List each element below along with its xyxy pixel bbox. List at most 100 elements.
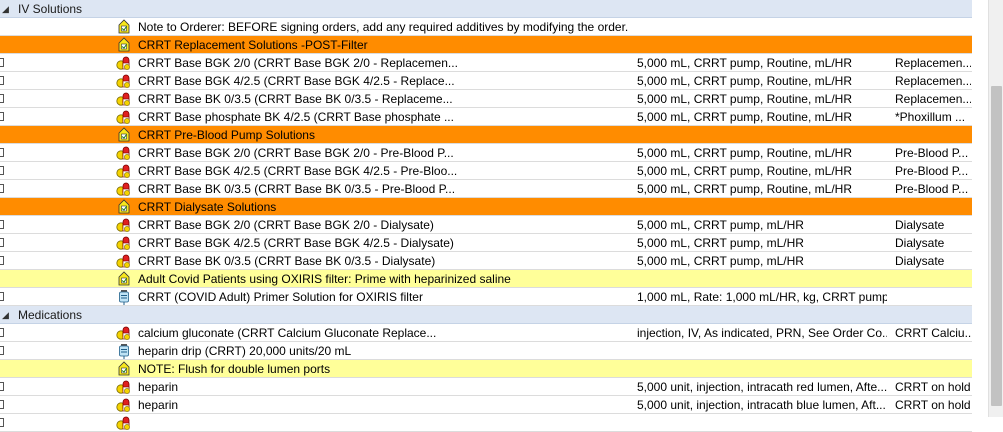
note-icon (116, 271, 132, 287)
order-checkbox[interactable] (0, 184, 4, 193)
order-checkbox[interactable] (0, 166, 4, 175)
note-icon (116, 361, 132, 377)
pill-icon (116, 253, 132, 269)
note-icon (116, 19, 132, 35)
order-name: calcium gluconate (CRRT Calcium Gluconat… (138, 326, 437, 340)
order-comment: Dialysate (895, 236, 945, 250)
order-row[interactable]: CRRT Base BK 0/3.5 (CRRT Base BK 0/3.5 -… (0, 252, 972, 270)
order-name: Note to Orderer: BEFORE signing orders, … (138, 20, 628, 34)
section-header[interactable]: ◢ Medications (0, 306, 972, 324)
scrollbar-thumb[interactable] (991, 86, 1002, 406)
order-row[interactable]: CRRT Base BGK 2/0 (CRRT Base BGK 2/0 - R… (0, 54, 972, 72)
order-details: 5,000 mL, CRRT pump, mL/HR (637, 236, 804, 250)
order-row[interactable]: CRRT Base BGK 2/0 (CRRT Base BGK 2/0 - D… (0, 216, 972, 234)
order-details: injection, IV, As indicated, PRN, See Or… (637, 326, 887, 340)
order-name: heparin drip (CRRT) 20,000 units/20 mL (138, 344, 352, 358)
order-checkbox[interactable] (0, 256, 4, 265)
order-name: CRRT Base BGK 4/2.5 (CRRT Base BGK 4/2.5… (138, 74, 455, 88)
order-details: 5,000 mL, CRRT pump, Routine, mL/HR (637, 110, 852, 124)
order-details: 5,000 mL, CRRT pump, Routine, mL/HR (637, 164, 852, 178)
order-name: CRRT Replacement Solutions -POST-Filter (138, 38, 368, 52)
order-details: 5,000 unit, injection, intracath red lum… (637, 380, 887, 394)
order-row[interactable]: CRRT Base BK 0/3.5 (CRRT Base BK 0/3.5 -… (0, 180, 972, 198)
order-row[interactable]: CRRT Base BGK 2/0 (CRRT Base BGK 2/0 - P… (0, 144, 972, 162)
pill-icon (116, 379, 132, 395)
order-name: heparin (138, 380, 179, 394)
order-checkbox[interactable] (0, 292, 4, 301)
order-comment: *Phoxillum ... (895, 110, 966, 124)
order-name: CRRT Dialysate Solutions (138, 200, 277, 214)
section-label: IV Solutions (18, 2, 83, 16)
subphase-header-row: CRRT Pre-Blood Pump Solutions (0, 126, 972, 144)
order-checkbox[interactable] (0, 76, 4, 85)
order-list: ◢ IV Solutions Note to Orderer: BEFORE sig… (0, 0, 972, 432)
order-details: 5,000 mL, CRRT pump, mL/HR (637, 254, 804, 268)
order-comment: CRRT on hold (895, 380, 971, 394)
subphase-header-row: CRRT Replacement Solutions -POST-Filter (0, 36, 972, 54)
collapse-toggle-icon[interactable]: ◢ (2, 306, 14, 324)
section-header[interactable]: ◢ IV Solutions (0, 0, 972, 18)
order-checkbox[interactable] (0, 418, 4, 427)
section-label: Medications (18, 308, 83, 322)
pill-icon (116, 109, 132, 125)
order-checkbox[interactable] (0, 328, 4, 337)
order-name: CRRT Base BGK 2/0 (CRRT Base BGK 2/0 - R… (138, 56, 458, 70)
pill-icon (116, 55, 132, 71)
order-name: Adult Covid Patients using OXIRIS filter… (138, 272, 511, 286)
order-checkbox[interactable] (0, 94, 4, 103)
order-checkbox[interactable] (0, 400, 4, 409)
pill-icon (116, 325, 132, 341)
order-comment: Replacemen... (895, 74, 971, 88)
iv-bag-icon (116, 289, 132, 305)
order-comment: Pre-Blood P... (895, 164, 969, 178)
order-row[interactable]: CRRT Base BGK 4/2.5 (CRRT Base BGK 4/2.5… (0, 162, 972, 180)
order-comment: CRRT on hold (895, 398, 971, 412)
order-name: CRRT Base BGK 2/0 (CRRT Base BGK 2/0 - D… (138, 218, 434, 232)
pill-icon (116, 73, 132, 89)
order-row[interactable]: heparin 5,000 unit, injection, intracath … (0, 396, 972, 414)
order-name: CRRT Base phosphate BK 4/2.5 (CRRT Base … (138, 110, 454, 124)
note-row: Adult Covid Patients using OXIRIS filter… (0, 270, 972, 288)
order-checkbox[interactable] (0, 112, 4, 121)
order-row[interactable]: CRRT Base BK 0/3.5 (CRRT Base BK 0/3.5 -… (0, 90, 972, 108)
order-row[interactable]: CRRT Base BGK 4/2.5 (CRRT Base BGK 4/2.5… (0, 72, 972, 90)
order-row[interactable]: CRRT (COVID Adult) Primer Solution for O… (0, 288, 972, 306)
order-details: 5,000 unit, injection, intracath blue lu… (637, 398, 886, 412)
order-name: CRRT (COVID Adult) Primer Solution for O… (138, 290, 423, 304)
iv-bag-icon (116, 343, 132, 359)
order-details: 1,000 mL, Rate: 1,000 mL/HR, kg, CRRT pu… (637, 290, 887, 304)
order-row[interactable]: heparin drip (CRRT) 20,000 units/20 mL (0, 342, 972, 360)
order-name: CRRT Pre-Blood Pump Solutions (138, 128, 315, 142)
order-row[interactable]: heparin 5,000 unit, injection, intracath … (0, 378, 972, 396)
order-checkbox[interactable] (0, 382, 4, 391)
order-checkbox[interactable] (0, 238, 4, 247)
note-icon (116, 127, 132, 143)
order-name: CRRT Base BK 0/3.5 (CRRT Base BK 0/3.5 -… (138, 182, 456, 196)
order-comment: Dialysate (895, 218, 945, 232)
pill-icon (116, 181, 132, 197)
order-comment: Replacemen... (895, 92, 971, 106)
order-checkbox[interactable] (0, 58, 4, 67)
order-details: 5,000 mL, CRRT pump, Routine, mL/HR (637, 74, 852, 88)
pill-icon (116, 91, 132, 107)
order-comment: Replacemen... (895, 56, 971, 70)
order-checkbox[interactable] (0, 220, 4, 229)
order-row[interactable]: CRRT Base phosphate BK 4/2.5 (CRRT Base … (0, 108, 972, 126)
pill-icon (116, 163, 132, 179)
order-details: 5,000 mL, CRRT pump, Routine, mL/HR (637, 92, 852, 106)
pill-icon (116, 397, 132, 413)
pill-icon (116, 217, 132, 233)
order-checkbox[interactable] (0, 346, 4, 355)
order-comment: Dialysate (895, 254, 945, 268)
order-name: CRRT Base BK 0/3.5 (CRRT Base BK 0/3.5 -… (138, 254, 436, 268)
note-row: Note to Orderer: BEFORE signing orders, … (0, 18, 972, 36)
order-comment: Pre-Blood P... (895, 146, 969, 160)
order-checkbox[interactable] (0, 148, 4, 157)
order-name: CRRT Base BK 0/3.5 (CRRT Base BK 0/3.5 -… (138, 92, 453, 106)
vertical-scrollbar[interactable] (988, 0, 1003, 417)
order-row[interactable]: CRRT Base BGK 4/2.5 (CRRT Base BGK 4/2.5… (0, 234, 972, 252)
note-row: NOTE: Flush for double lumen ports (0, 360, 972, 378)
collapse-toggle-icon[interactable]: ◢ (2, 0, 14, 18)
order-details: 5,000 mL, CRRT pump, Routine, mL/HR (637, 182, 852, 196)
order-row[interactable]: calcium gluconate (CRRT Calcium Gluconat… (0, 324, 972, 342)
